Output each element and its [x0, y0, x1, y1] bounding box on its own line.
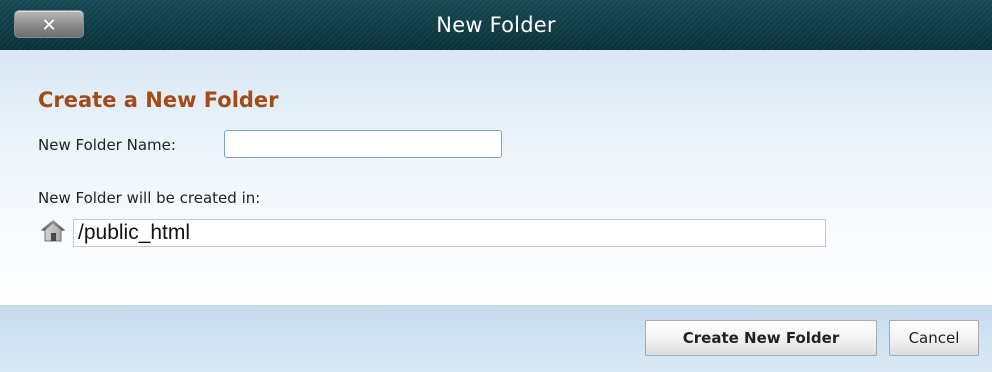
create-folder-button[interactable]: Create New Folder	[645, 320, 877, 356]
folder-name-label: New Folder Name:	[38, 136, 176, 154]
new-folder-dialog: New Folder ✕ Create a New Folder New Fol…	[0, 0, 992, 372]
close-button[interactable]: ✕	[14, 10, 84, 38]
dialog-title: New Folder	[436, 13, 556, 37]
location-label: New Folder will be created in:	[38, 189, 261, 207]
cancel-button[interactable]: Cancel	[889, 320, 979, 356]
location-path-field[interactable]	[73, 219, 826, 247]
close-icon: ✕	[41, 15, 57, 36]
folder-name-input[interactable]	[224, 130, 502, 158]
dialog-body: Create a New Folder New Folder Name: New…	[0, 50, 992, 306]
home-icon	[40, 220, 66, 242]
dialog-heading: Create a New Folder	[38, 88, 279, 112]
dialog-titlebar: New Folder ✕	[0, 0, 992, 50]
dialog-footer: Create New Folder Cancel	[0, 306, 992, 372]
